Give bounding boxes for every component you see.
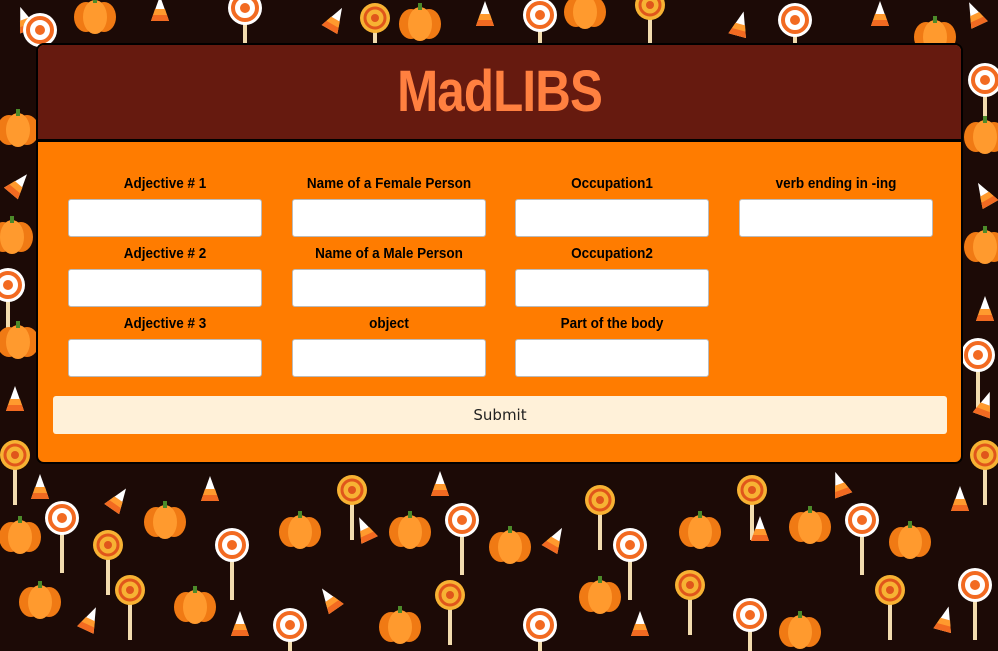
field-verb-ing: verb ending in -ing — [739, 173, 933, 237]
submit-button[interactable]: Submit — [53, 396, 947, 434]
field-label: verb ending in -ing — [775, 175, 897, 192]
occupation-2-input[interactable] — [515, 269, 709, 307]
field-occupation-1: Occupation1 — [515, 173, 709, 237]
field-label: Name of a Female Person — [306, 175, 472, 192]
field-label: Adjective # 1 — [123, 175, 207, 192]
object-input[interactable] — [292, 339, 486, 377]
field-label: Name of a Male Person — [315, 245, 463, 262]
field-object: object — [292, 313, 486, 377]
madlibs-form-card: MadLIBS Adjective # 1 Name of a Female P… — [36, 43, 963, 464]
header-banner: MadLIBS — [38, 45, 961, 142]
field-female-name: Name of a Female Person — [292, 173, 486, 237]
body-part-input[interactable] — [515, 339, 709, 377]
field-occupation-2: Occupation2 — [515, 243, 709, 307]
field-label: Adjective # 3 — [123, 315, 207, 332]
page-title: MadLIBS — [397, 58, 603, 124]
field-adjective-3: Adjective # 3 — [68, 313, 262, 377]
field-label: Occupation2 — [571, 245, 653, 262]
field-male-name: Name of a Male Person — [292, 243, 486, 307]
field-adjective-1: Adjective # 1 — [68, 173, 262, 237]
male-name-input[interactable] — [292, 269, 486, 307]
occupation-1-input[interactable] — [515, 199, 709, 237]
field-label: Occupation1 — [571, 175, 653, 192]
adjective-2-input[interactable] — [68, 269, 262, 307]
field-label: Part of the body — [560, 315, 664, 332]
verb-ing-input[interactable] — [739, 199, 933, 237]
field-adjective-2: Adjective # 2 — [68, 243, 262, 307]
field-label: Adjective # 2 — [123, 245, 207, 262]
adjective-1-input[interactable] — [68, 199, 262, 237]
adjective-3-input[interactable] — [68, 339, 262, 377]
field-body-part: Part of the body — [515, 313, 709, 377]
female-name-input[interactable] — [292, 199, 486, 237]
field-label: object — [369, 315, 409, 332]
